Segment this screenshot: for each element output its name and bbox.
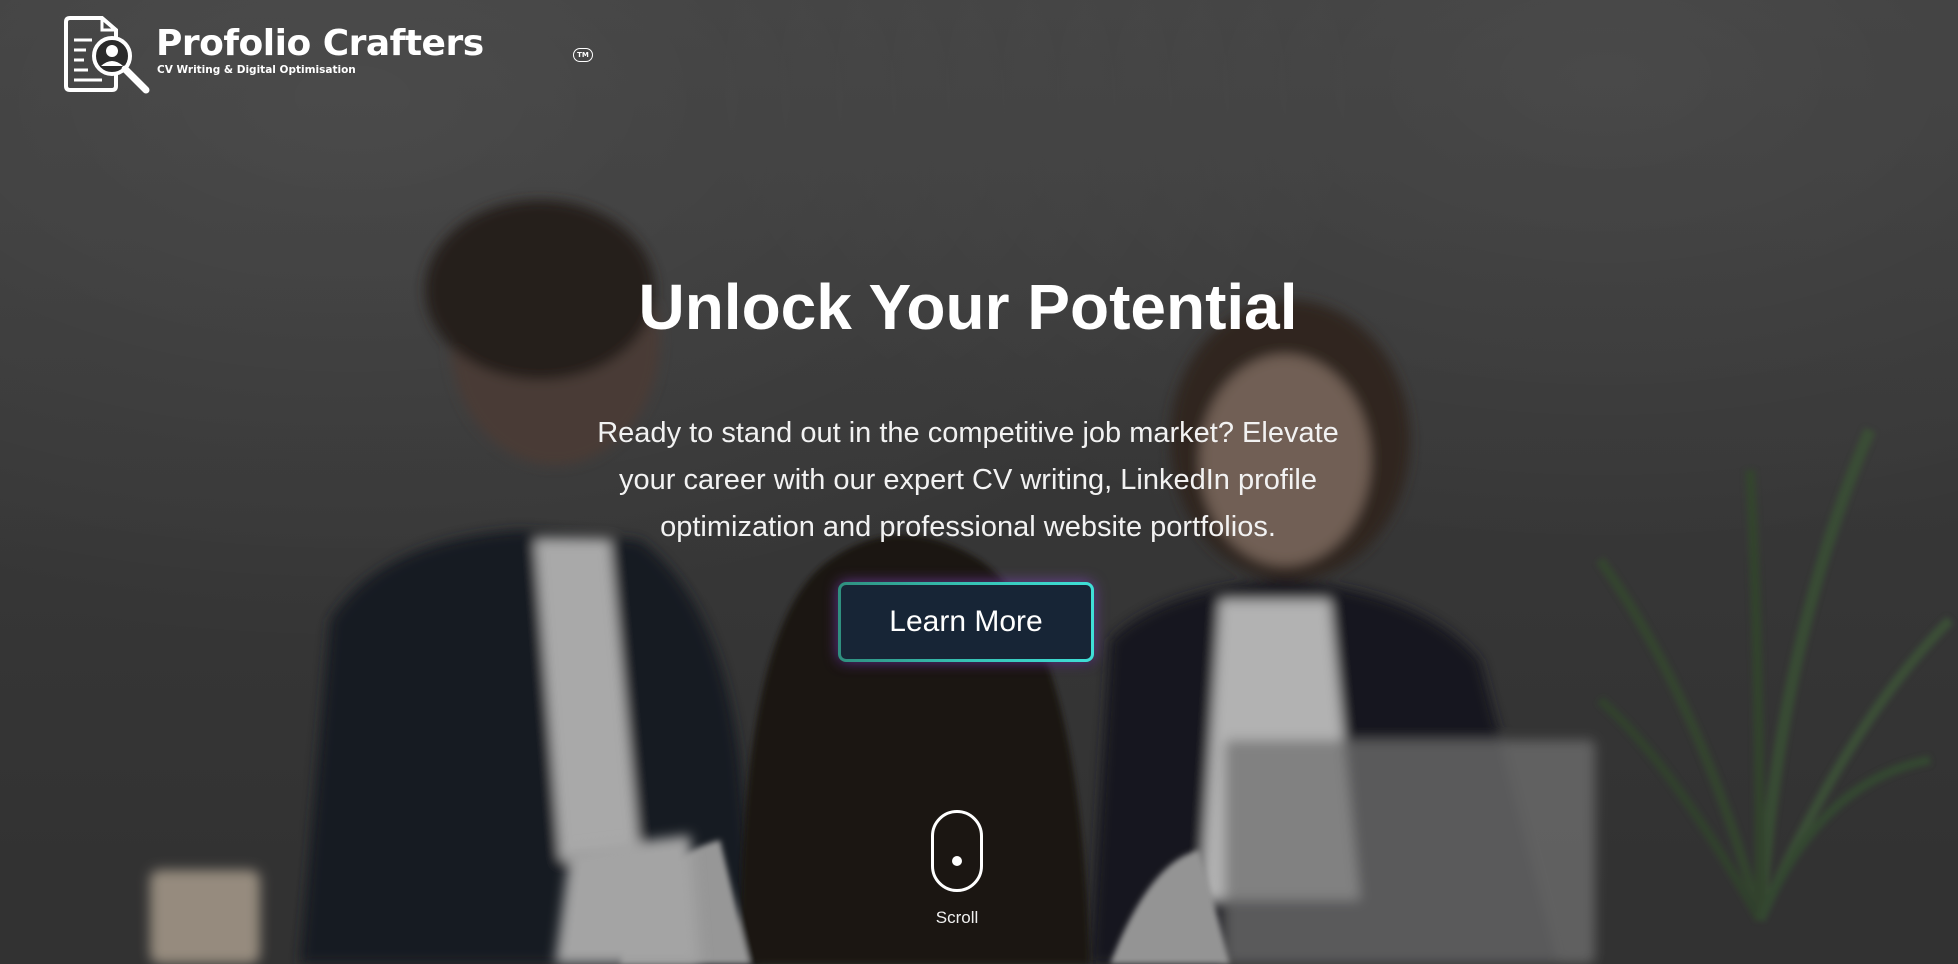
hero-section: Profolio Crafters CV Writing & Digital O… (0, 0, 1958, 964)
scroll-label: Scroll (935, 908, 979, 927)
scroll-indicator[interactable]: Scroll (926, 810, 988, 928)
mouse-scroll-icon (931, 810, 983, 892)
learn-more-button[interactable]: Learn More (838, 582, 1094, 662)
hero-subtext: Ready to stand out in the competitive jo… (597, 417, 1339, 543)
resume-search-icon (64, 16, 150, 94)
hero-headline: Unlock Your Potential (638, 271, 1298, 343)
brand-logo[interactable]: Profolio Crafters CV Writing & Digital O… (62, 16, 593, 94)
mouse-wheel-dot (952, 856, 962, 866)
brand-tagline: CV Writing & Digital Optimisation (157, 64, 356, 76)
trademark-badge: TM (573, 48, 593, 62)
brand-text: Profolio Crafters CV Writing & Digital O… (156, 23, 593, 76)
brand-name: Profolio Crafters (156, 23, 484, 64)
